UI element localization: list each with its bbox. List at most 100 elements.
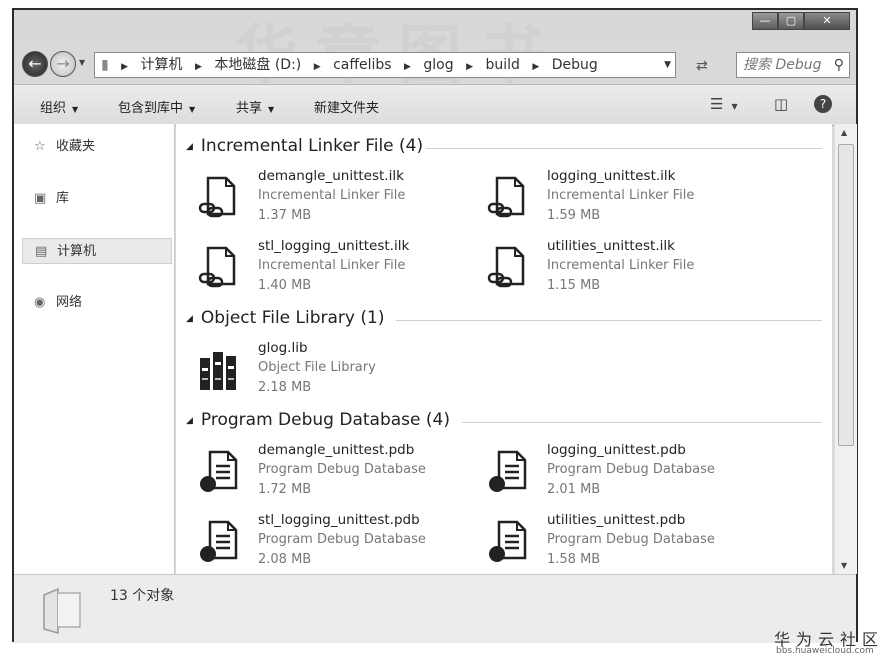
- file-size: 2.08 MB: [258, 552, 312, 567]
- group-divider: [462, 422, 822, 423]
- file-item[interactable]: logging_unittest.ilk Incremental Linker …: [487, 168, 757, 228]
- file-item[interactable]: demangle_unittest.ilk Incremental Linker…: [198, 168, 468, 228]
- file-name: logging_unittest.ilk: [547, 168, 676, 184]
- chevron-right-icon[interactable]: ▶: [195, 62, 202, 72]
- vertical-scrollbar[interactable]: ▲ ▼: [834, 124, 857, 574]
- address-bar[interactable]: ▮ ▶ 计算机 ▶ 本地磁盘 (D:) ▶ caffelibs ▶ glog ▶…: [94, 52, 676, 78]
- breadcrumb-item[interactable]: build: [485, 57, 519, 73]
- address-row: ← → ▼ ▮ ▶ 计算机 ▶ 本地磁盘 (D:) ▶ caffelibs ▶ …: [14, 44, 856, 82]
- maximize-button[interactable]: ▢: [778, 12, 804, 30]
- debug-db-icon: [200, 450, 238, 492]
- nav-item-libraries[interactable]: ▣ 库: [22, 186, 172, 212]
- debug-db-icon: [200, 520, 238, 562]
- chevron-down-icon: ▼: [72, 105, 79, 114]
- breadcrumb-item[interactable]: Debug: [552, 57, 598, 73]
- file-name: logging_unittest.pdb: [547, 442, 686, 458]
- file-type: Program Debug Database: [258, 532, 426, 547]
- organize-label: 组织: [40, 101, 67, 116]
- group-title: Incremental Linker File (4): [200, 136, 424, 156]
- view-options-icon[interactable]: ☰ ▼: [710, 95, 738, 113]
- nav-item-favorites[interactable]: ☆ 收藏夹: [22, 134, 172, 160]
- linker-file-icon: [198, 176, 236, 218]
- group-divider: [396, 320, 822, 321]
- preview-pane-icon[interactable]: ◫: [774, 95, 788, 113]
- file-item[interactable]: logging_unittest.pdb Program Debug Datab…: [487, 442, 757, 502]
- window-controls: — ▢ ✕: [752, 12, 850, 30]
- nav-item-label: 收藏夹: [56, 139, 96, 154]
- scroll-up-icon[interactable]: ▲: [841, 128, 847, 137]
- group-divider: [426, 148, 822, 149]
- share-menu[interactable]: 共享 ▼: [236, 97, 274, 116]
- linker-file-icon: [487, 246, 525, 288]
- group-header[interactable]: ◢ Program Debug Database (4): [186, 410, 450, 430]
- breadcrumb-item[interactable]: 计算机: [141, 57, 183, 73]
- collapse-triangle-icon[interactable]: ◢: [186, 142, 193, 152]
- star-icon: ☆: [34, 139, 46, 154]
- file-name: stl_logging_unittest.pdb: [258, 512, 420, 528]
- include-in-library-label: 包含到库中: [118, 101, 184, 116]
- item-count: 13 个对象: [110, 588, 175, 604]
- search-icon[interactable]: ⚲: [834, 53, 844, 77]
- search-placeholder: 搜索 Debug: [743, 57, 822, 73]
- file-size: 2.18 MB: [258, 380, 312, 395]
- file-size: 1.58 MB: [547, 552, 601, 567]
- close-button[interactable]: ✕: [804, 12, 850, 30]
- file-size: 1.59 MB: [547, 208, 601, 223]
- chevron-down-icon[interactable]: ▼: [664, 53, 671, 77]
- search-input[interactable]: 搜索 Debug ⚲: [736, 52, 850, 78]
- nav-item-label: 计算机: [57, 244, 97, 259]
- brand-url: bbs.huaweicloud.com: [776, 646, 874, 656]
- scroll-thumb[interactable]: [838, 144, 854, 446]
- file-item[interactable]: glog.lib Object File Library 2.18 MB: [198, 340, 468, 400]
- group-header[interactable]: ◢ Incremental Linker File (4): [186, 136, 423, 156]
- file-item[interactable]: demangle_unittest.pdb Program Debug Data…: [198, 442, 468, 502]
- file-name: utilities_unittest.pdb: [547, 512, 686, 528]
- file-item[interactable]: stl_logging_unittest.pdb Program Debug D…: [198, 512, 468, 572]
- include-in-library-menu[interactable]: 包含到库中 ▼: [118, 97, 195, 116]
- file-item[interactable]: utilities_unittest.pdb Program Debug Dat…: [487, 512, 757, 572]
- help-icon[interactable]: ?: [814, 95, 832, 113]
- chevron-down-icon: ▼: [189, 105, 196, 114]
- collapse-triangle-icon[interactable]: ◢: [186, 416, 193, 426]
- nav-item-network[interactable]: ◉ 网络: [22, 290, 172, 316]
- nav-item-computer[interactable]: ▤ 计算机: [22, 238, 172, 264]
- debug-db-icon: [489, 520, 527, 562]
- organize-menu[interactable]: 组织 ▼: [40, 97, 78, 116]
- network-icon: ◉: [34, 295, 46, 310]
- back-arrow-icon[interactable]: ←: [22, 51, 48, 77]
- file-name: utilities_unittest.ilk: [547, 238, 675, 254]
- breadcrumb-item[interactable]: 本地磁盘 (D:): [214, 57, 301, 73]
- folder-icon: ▮: [101, 57, 109, 73]
- details-pane: 13 个对象: [14, 574, 856, 643]
- chevron-right-icon[interactable]: ▶: [121, 62, 128, 72]
- minimize-button[interactable]: —: [752, 12, 778, 30]
- chevron-right-icon[interactable]: ▶: [314, 62, 321, 72]
- linker-file-icon: [487, 176, 525, 218]
- file-item[interactable]: stl_logging_unittest.ilk Incremental Lin…: [198, 238, 468, 298]
- scroll-down-icon[interactable]: ▼: [841, 561, 847, 570]
- share-label: 共享: [236, 101, 263, 116]
- explorer-window: 华章图书 — ▢ ✕ ← → ▼ ▮ ▶ 计算机 ▶ 本地磁盘 (D:) ▶ c…: [12, 8, 858, 643]
- new-folder-button[interactable]: 新建文件夹: [314, 97, 379, 116]
- forward-arrow-icon[interactable]: →: [50, 51, 76, 77]
- command-bar: 组织 ▼ 包含到库中 ▼ 共享 ▼ 新建文件夹 ☰ ▼ ◫ ?: [14, 84, 856, 126]
- chevron-right-icon[interactable]: ▶: [404, 62, 411, 72]
- library-icon: ▣: [34, 191, 47, 206]
- linker-file-icon: [198, 246, 236, 288]
- breadcrumb-item[interactable]: caffelibs: [333, 57, 392, 73]
- collapse-triangle-icon[interactable]: ◢: [186, 314, 193, 324]
- nav-item-label: 库: [56, 191, 70, 206]
- group-header[interactable]: ◢ Object File Library (1): [186, 308, 384, 328]
- refresh-icon[interactable]: ⇄: [696, 58, 708, 74]
- recent-pages-dropdown-icon[interactable]: ▼: [79, 58, 85, 67]
- title-bar[interactable]: 华章图书 — ▢ ✕: [14, 10, 856, 93]
- chevron-right-icon[interactable]: ▶: [466, 62, 473, 72]
- library-books-icon: [200, 352, 236, 390]
- file-size: 2.01 MB: [547, 482, 601, 497]
- file-list: ◢ Incremental Linker File (4) demangle_un…: [176, 124, 832, 574]
- file-item[interactable]: utilities_unittest.ilk Incremental Linke…: [487, 238, 757, 298]
- file-size: 1.40 MB: [258, 278, 312, 293]
- debug-db-icon: [489, 450, 527, 492]
- chevron-right-icon[interactable]: ▶: [532, 62, 539, 72]
- breadcrumb-item[interactable]: glog: [423, 57, 453, 73]
